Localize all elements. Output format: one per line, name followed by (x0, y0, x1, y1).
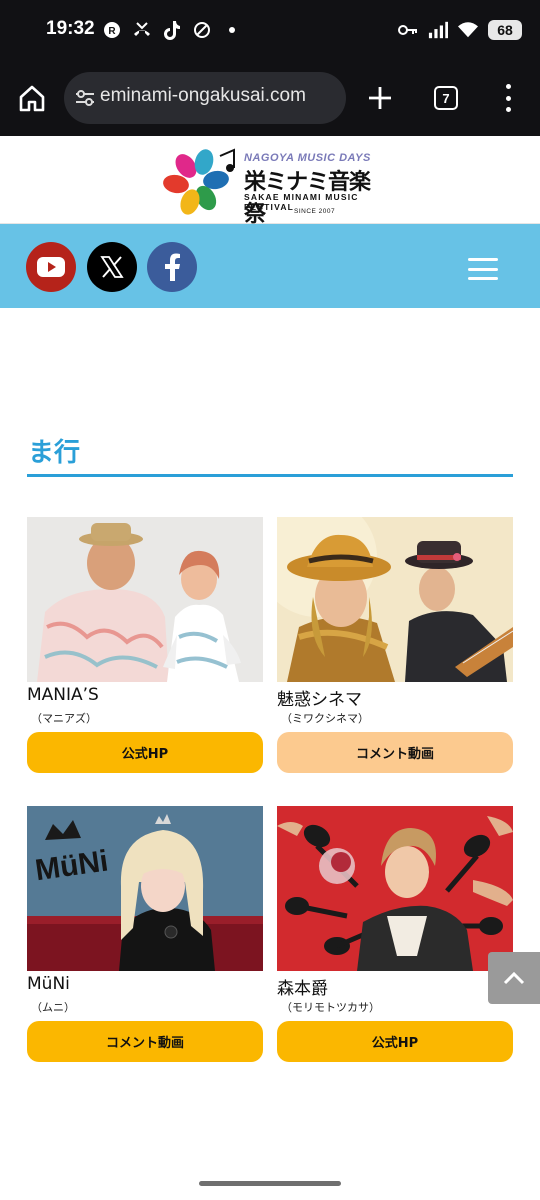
home-icon[interactable] (16, 82, 48, 114)
status-bar: 19:32 R 68 (0, 0, 540, 62)
official-hp-button[interactable]: 公式HP (277, 1021, 513, 1062)
artist-kana: （モリモトツカサ） (281, 1001, 380, 1014)
artist-name: 森本爵 (277, 979, 328, 999)
artist-photo[interactable] (277, 517, 513, 682)
url-text[interactable]: eminami-ongakusai.com (100, 85, 306, 107)
tab-switcher-button[interactable]: 7 (434, 86, 458, 110)
status-notification-icons: R (102, 20, 242, 40)
artist-photo[interactable]: MüNi (27, 806, 263, 971)
more-notifications-dot-icon (222, 20, 242, 40)
comment-video-button[interactable]: コメント動画 (27, 1021, 263, 1062)
app-badge-icon: R (102, 20, 122, 40)
artist-photo[interactable] (27, 517, 263, 682)
browser-toolbar: eminami-ongakusai.com 7 (0, 62, 540, 136)
flower-logo-icon (163, 148, 235, 215)
comment-video-button[interactable]: コメント動画 (277, 732, 513, 773)
artist-photo[interactable] (277, 806, 513, 971)
battery-indicator: 68 (488, 20, 522, 40)
wifi-icon (458, 20, 478, 40)
artist-kana: （マニアズ） (31, 712, 97, 725)
logo-since: SINCE 2007 (294, 208, 336, 215)
status-time: 19:32 (46, 18, 95, 39)
chevron-up-icon (503, 971, 525, 985)
back-to-top-button[interactable] (488, 952, 540, 1004)
blocked-icon (192, 20, 212, 40)
x-icon[interactable] (87, 242, 137, 292)
youtube-icon[interactable] (26, 242, 76, 292)
festival-logo[interactable]: NAGOYA MUSIC DAYS 栄ミナミ音楽祭 SAKAE MINAMI M… (160, 144, 382, 227)
artist-name: MüNi (27, 974, 70, 994)
new-tab-icon[interactable] (366, 84, 394, 112)
tiktok-icon (162, 20, 182, 40)
signal-icon (428, 20, 448, 40)
site-header: NAGOYA MUSIC DAYS 栄ミナミ音楽祭 SAKAE MINAMI M… (0, 136, 540, 227)
section-divider (27, 474, 513, 477)
social-nav-bar (0, 224, 540, 308)
address-bar[interactable]: eminami-ongakusai.com (64, 72, 346, 124)
menu-icon[interactable] (468, 258, 498, 280)
site-settings-icon[interactable] (74, 87, 96, 109)
official-hp-button[interactable]: 公式HP (27, 732, 263, 773)
logo-english-top: NAGOYA MUSIC DAYS (244, 152, 371, 164)
facebook-icon[interactable] (147, 242, 197, 292)
vpn-key-icon (398, 20, 418, 40)
more-options-icon[interactable] (498, 84, 518, 112)
artist-name: 魅惑シネマ (277, 690, 362, 710)
artist-kana: （ムニ） (31, 1001, 75, 1014)
section-title: ま行 (28, 438, 81, 468)
artist-kana: （ミワクシネマ） (281, 712, 369, 725)
gesture-handle[interactable] (199, 1181, 341, 1186)
svg-text:R: R (108, 26, 116, 37)
missed-call-icon (132, 20, 152, 40)
artist-name: MANIA’S (27, 685, 99, 705)
status-system-icons: 68 (398, 20, 522, 40)
